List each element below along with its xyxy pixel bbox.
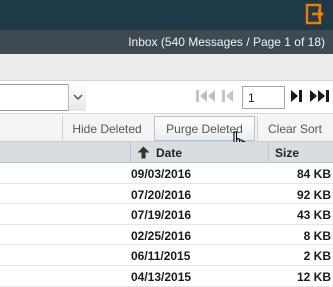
action-bar: Hide Deleted Purge Deleted Clear Sort [0, 114, 333, 142]
row-size: 2 KB [303, 249, 331, 264]
chevron-down-icon [73, 94, 83, 101]
previous-page-icon[interactable] [222, 89, 234, 106]
date-column-header[interactable]: Date [156, 146, 182, 160]
clear-sort-button[interactable]: Clear Sort [257, 116, 333, 141]
top-bar [0, 0, 333, 30]
row-date: 06/11/2015 [131, 249, 191, 264]
page-number-input[interactable] [242, 86, 285, 109]
mailbox-status-text: Inbox (540 Messages / Page 1 of 18) [128, 35, 325, 49]
row-date: 04/13/2015 [131, 269, 192, 284]
message-table-header: Date Size [0, 142, 333, 163]
table-row[interactable]: 02/25/2016 8 KB [0, 225, 333, 246]
sort-ascending-icon[interactable] [137, 146, 150, 162]
row-date: 07/20/2016 [131, 187, 192, 202]
row-size: 43 KB [296, 208, 331, 223]
folder-dropdown-button[interactable] [68, 84, 86, 111]
row-size: 84 KB [296, 167, 331, 181]
toolbar-band [0, 54, 333, 81]
logout-icon[interactable] [305, 3, 327, 25]
table-row[interactable]: 04/13/2015 12 KB [0, 266, 333, 287]
table-row[interactable]: 07/19/2016 43 KB [0, 204, 333, 225]
message-list: 09/03/2016 84 KB 07/20/2016 92 KB 07/19/… [0, 163, 333, 287]
hide-deleted-button[interactable]: Hide Deleted [62, 116, 152, 141]
table-row[interactable]: 07/20/2016 92 KB [0, 184, 333, 205]
size-column-header[interactable]: Size [275, 146, 299, 160]
row-date: 02/25/2016 [131, 228, 192, 243]
row-size: 12 KB [296, 269, 331, 284]
column-divider [268, 142, 269, 163]
row-size: 8 KB [303, 228, 331, 243]
row-date: 09/03/2016 [131, 167, 192, 181]
row-size: 92 KB [296, 187, 331, 202]
first-page-icon[interactable] [196, 89, 216, 106]
last-page-icon[interactable] [309, 89, 333, 106]
mailbox-status-bar: Inbox (540 Messages / Page 1 of 18) [0, 30, 333, 54]
next-page-icon[interactable] [290, 89, 304, 106]
row-date: 07/19/2016 [131, 208, 192, 223]
table-row[interactable]: 06/11/2015 2 KB [0, 245, 333, 266]
table-row[interactable]: 09/03/2016 84 KB [0, 163, 333, 184]
column-divider [130, 142, 131, 163]
